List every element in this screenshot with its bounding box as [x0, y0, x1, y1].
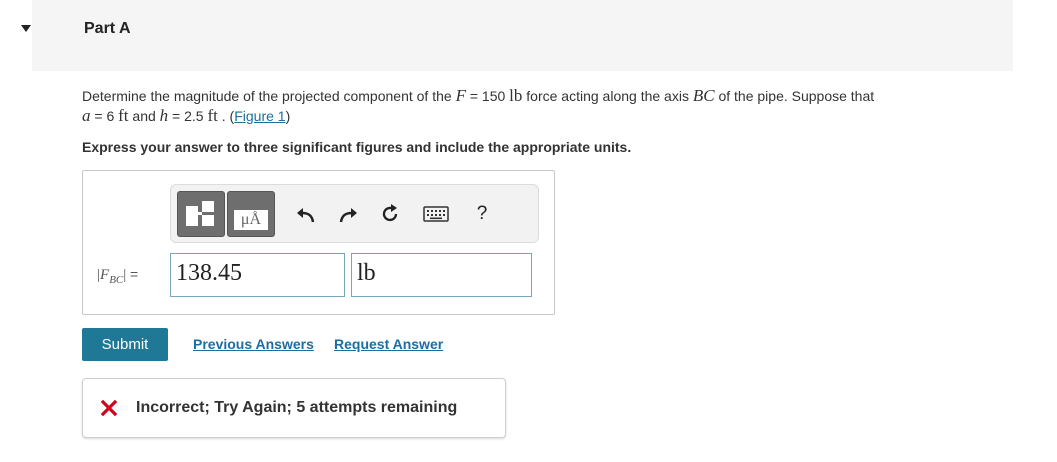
keyboard-icon[interactable] [423, 205, 449, 223]
symbols-icon: μÅ [234, 210, 268, 230]
figure-link[interactable]: Figure 1 [234, 108, 285, 124]
templates-button[interactable] [177, 191, 225, 237]
problem-statement: Determine the magnitude of the projected… [82, 86, 875, 125]
axis-symbol: BC [692, 86, 715, 105]
math-toolbar: μÅ ? [170, 184, 539, 243]
part-title: Part A [84, 20, 131, 37]
collapse-caret-icon[interactable] [21, 25, 31, 32]
templates-icon [186, 201, 214, 226]
symbols-button[interactable]: μÅ [227, 191, 275, 237]
submit-button[interactable]: Submit [82, 328, 168, 361]
answer-value-input[interactable]: 138.45 [170, 253, 345, 297]
answer-box: μÅ ? |FBC| = 138.45 lb [82, 170, 555, 315]
reset-icon[interactable] [379, 203, 401, 225]
part-header[interactable] [32, 0, 1013, 71]
incorrect-x-icon [101, 400, 117, 416]
feedback-box: Incorrect; Try Again; 5 attempts remaini… [82, 378, 506, 438]
feedback-message: Incorrect; Try Again; 5 attempts remaini… [136, 399, 458, 416]
force-symbol: F [455, 86, 466, 105]
undo-icon[interactable] [295, 203, 317, 225]
answer-label: |FBC| = [97, 266, 139, 286]
request-answer-link[interactable]: Request Answer [334, 336, 443, 352]
answer-unit-input[interactable]: lb [351, 253, 532, 297]
help-icon[interactable]: ? [471, 203, 493, 225]
redo-icon[interactable] [337, 203, 359, 225]
previous-answers-link[interactable]: Previous Answers [193, 336, 314, 352]
instruction-text: Express your answer to three significant… [82, 139, 632, 155]
